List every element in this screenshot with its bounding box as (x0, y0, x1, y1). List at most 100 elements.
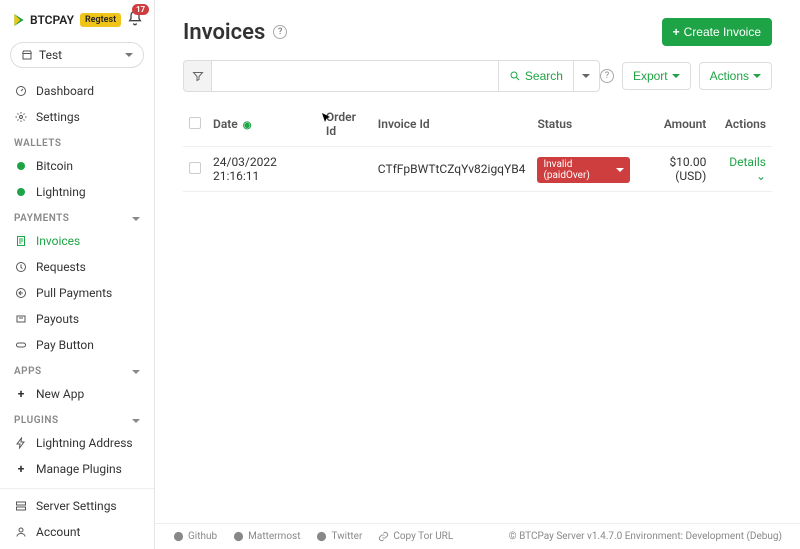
chevron-down-icon (132, 217, 140, 221)
payouts-icon (14, 313, 28, 325)
chevron-down-icon (753, 74, 761, 78)
footer-twitter[interactable]: Twitter (316, 531, 362, 542)
invoice-icon (14, 235, 28, 247)
col-status[interactable]: Status (531, 102, 636, 147)
section-plugins[interactable]: PLUGINS (0, 407, 154, 430)
nav-server-settings[interactable]: Server Settings (0, 493, 154, 519)
plus-icon: + (14, 387, 28, 401)
footer-github[interactable]: Github (173, 531, 217, 542)
chevron-down-icon (616, 168, 624, 172)
bell-icon (127, 15, 143, 30)
pull-payments-icon (14, 287, 28, 299)
nav-new-app[interactable]: + New App (0, 381, 154, 407)
col-date[interactable]: Date ◉ (207, 102, 320, 147)
store-icon (21, 49, 33, 61)
status-dot-icon (14, 188, 28, 196)
env-badge: Regtest (80, 13, 121, 27)
nav-payouts[interactable]: Payouts (0, 306, 154, 332)
nav-manage-plugins[interactable]: + Manage Plugins (0, 456, 154, 482)
brand-name: BTCPAY (30, 13, 74, 27)
dashboard-icon (14, 85, 28, 97)
nav-label: Settings (36, 110, 80, 124)
nav-settings[interactable]: Settings (0, 104, 154, 130)
row-checkbox[interactable] (189, 162, 201, 174)
account-icon (14, 526, 28, 538)
help-icon[interactable]: ? (273, 25, 287, 39)
filter-icon (192, 70, 204, 82)
col-actions: Actions (712, 102, 772, 147)
nav-label: Requests (36, 260, 86, 274)
lightning-icon (14, 437, 28, 449)
plus-icon: + (14, 462, 28, 476)
gear-icon (14, 111, 28, 123)
nav-invoices[interactable]: Invoices (0, 228, 154, 254)
status-dot-icon (14, 162, 28, 170)
nav-bitcoin[interactable]: Bitcoin (0, 153, 154, 179)
col-amount[interactable]: Amount (636, 102, 712, 147)
pay-button-icon (14, 339, 28, 351)
section-apps[interactable]: APPS (0, 358, 154, 381)
nav-label: Pay Button (36, 338, 94, 352)
create-invoice-button[interactable]: + Create Invoice (662, 18, 772, 46)
nav-label: Lightning (36, 185, 86, 199)
store-name: Test (39, 48, 62, 62)
invoices-table: Date ◉ Order Id Invoice Id Status Amount… (183, 102, 772, 192)
cell-order-id (320, 147, 372, 192)
twitter-icon (316, 531, 327, 542)
nav-label: Bitcoin (36, 159, 73, 173)
nav-label: Invoices (36, 234, 80, 248)
nav-label: New App (36, 387, 84, 401)
nav-pay-button[interactable]: Pay Button (0, 332, 154, 358)
select-all-checkbox[interactable] (189, 117, 201, 129)
plus-icon: + (673, 25, 680, 39)
footer-mattermost[interactable]: Mattermost (233, 531, 300, 542)
nav-lightning[interactable]: Lightning (0, 179, 154, 205)
link-icon (378, 531, 389, 542)
col-order-id[interactable]: Order Id (320, 102, 372, 147)
server-icon (14, 500, 28, 512)
export-button[interactable]: Export (622, 62, 691, 90)
footer-copyright: © BTCPay Server v1.4.7.0 Environment: De… (509, 531, 782, 542)
chevron-down-icon (582, 74, 590, 78)
mattermost-icon (233, 531, 244, 542)
status-badge[interactable]: Invalid (paidOver) (537, 157, 630, 183)
footer-copy-tor[interactable]: Copy Tor URL (378, 531, 453, 542)
cell-date: 24/03/2022 21:16:11 (207, 147, 320, 192)
help-icon[interactable]: ? (600, 69, 614, 83)
col-invoice-id[interactable]: Invoice Id (372, 102, 532, 147)
nav-account[interactable]: Account (0, 519, 154, 545)
chevron-down-icon (132, 419, 140, 423)
cell-invoice-id[interactable]: CTfFpBWTtCZqYv82igqYB4 (372, 147, 532, 192)
actions-button[interactable]: Actions (699, 62, 772, 90)
nav-label: Payouts (36, 312, 79, 326)
nav-label: Manage Plugins (36, 462, 122, 476)
details-link[interactable]: Details ⌄ (729, 155, 766, 183)
chevron-down-icon: ⌄ (756, 169, 766, 183)
sort-icon: ◉ (243, 120, 252, 131)
page-title: Invoices ? (183, 20, 287, 45)
chevron-down-icon (132, 370, 140, 374)
notifications-button[interactable]: 17 (127, 10, 143, 30)
store-selector[interactable]: Test (10, 42, 144, 68)
nav-lightning-address[interactable]: Lightning Address (0, 430, 154, 456)
notification-count: 17 (132, 4, 149, 15)
nav-dashboard[interactable]: Dashboard (0, 78, 154, 104)
logo-icon (12, 13, 26, 27)
chevron-down-icon (125, 53, 133, 57)
requests-icon (14, 261, 28, 273)
section-payments[interactable]: PAYMENTS (0, 205, 154, 228)
nav-label: Pull Payments (36, 286, 112, 300)
search-icon (509, 70, 521, 82)
nav-label: Lightning Address (36, 436, 133, 450)
nav-pull-payments[interactable]: Pull Payments (0, 280, 154, 306)
nav-label: Account (36, 525, 80, 539)
search-input[interactable] (211, 60, 499, 92)
search-button[interactable]: Search (499, 60, 574, 92)
logo: BTCPAY (12, 13, 74, 27)
nav-label: Dashboard (36, 84, 94, 98)
github-icon (173, 531, 184, 542)
search-dropdown[interactable] (574, 60, 600, 92)
cell-amount: $10.00 (USD) (636, 147, 712, 192)
nav-requests[interactable]: Requests (0, 254, 154, 280)
filter-button[interactable] (183, 60, 211, 92)
